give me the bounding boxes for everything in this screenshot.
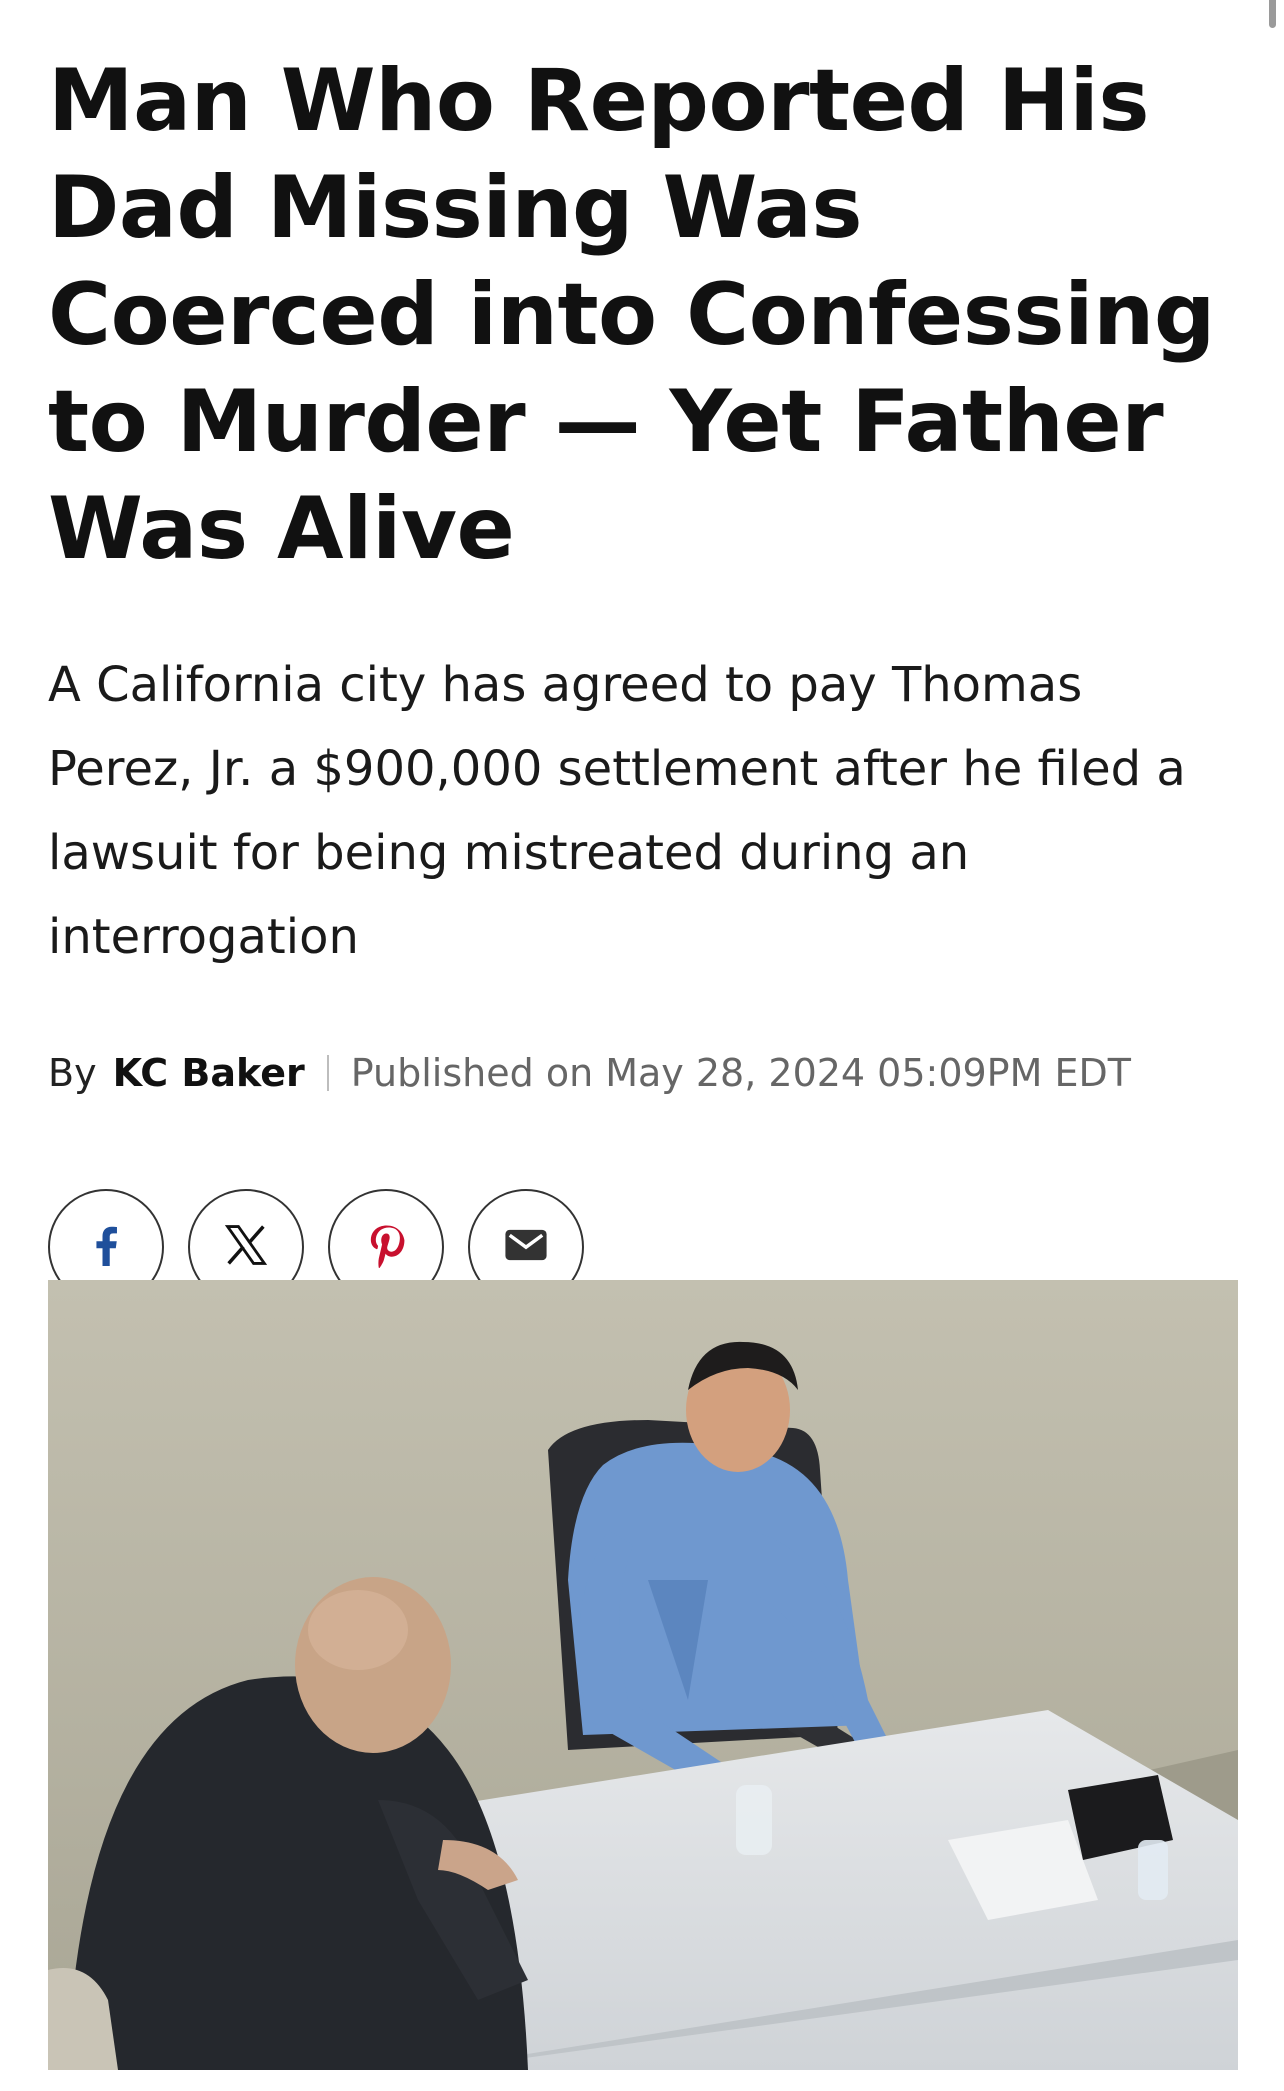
byline-divider (326, 1055, 329, 1091)
x-icon (220, 1219, 272, 1276)
email-icon (500, 1219, 552, 1276)
article-headline: Man Who Reported His Dad Missing Was Coe… (48, 51, 1215, 579)
article-dek: A California city has agreed to pay Thom… (48, 657, 1186, 965)
interrogation-room-photo (48, 1280, 1238, 2070)
pinterest-icon (360, 1219, 412, 1276)
scrollbar-thumb[interactable] (1269, 0, 1276, 28)
byline: By KC Baker Published on May 28, 2024 05… (48, 1051, 1238, 1095)
byline-prefix: By (48, 1051, 97, 1095)
published-date: Published on May 28, 2024 05:09PM EDT (350, 1051, 1131, 1095)
article: Man Who Reported His Dad Missing Was Coe… (48, 48, 1238, 1305)
author-link[interactable]: KC Baker (113, 1051, 305, 1095)
facebook-icon (78, 1217, 134, 1278)
hero-image (48, 1280, 1238, 2070)
